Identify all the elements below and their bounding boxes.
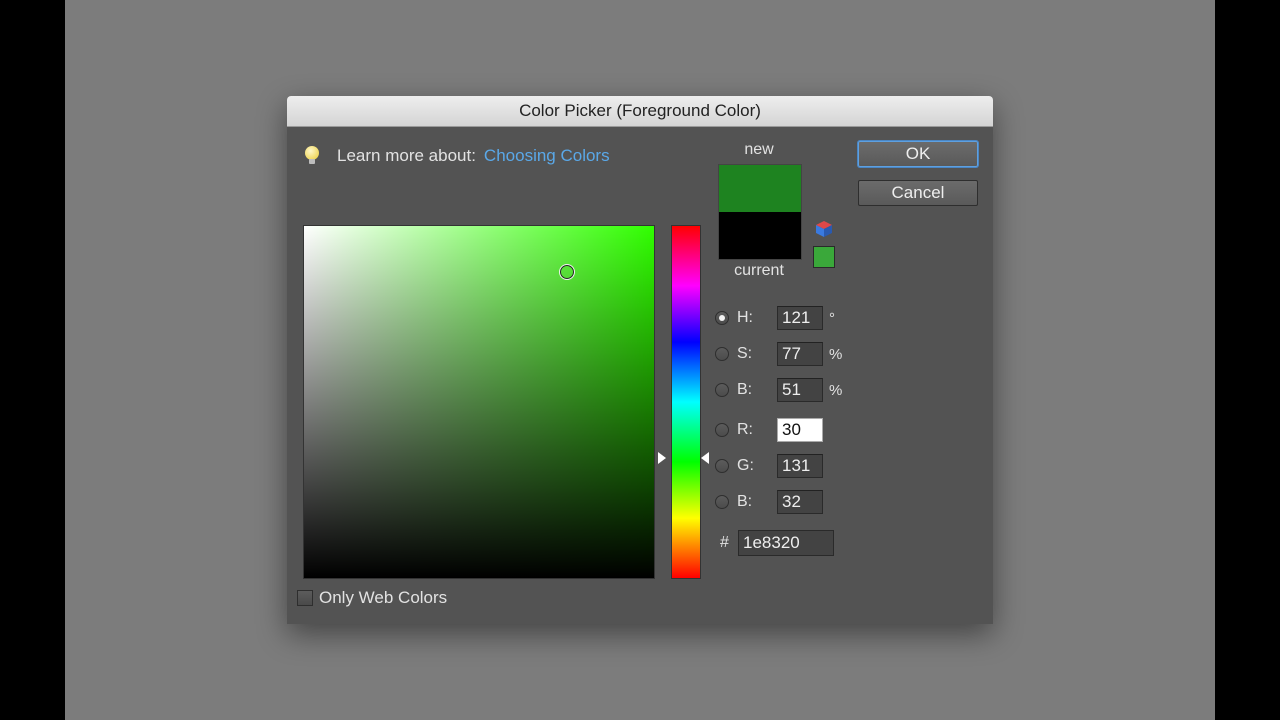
saturation-unit: % xyxy=(829,345,843,363)
brightness-input[interactable]: 51 xyxy=(777,378,823,402)
red-input[interactable]: 30 xyxy=(777,418,823,442)
green-row: G: 131 xyxy=(715,452,823,480)
red-label: R: xyxy=(737,421,753,438)
color-cube-icon[interactable] xyxy=(815,220,833,238)
saturation-row: S: 77 % xyxy=(715,340,842,368)
saturation-brightness-field[interactable] xyxy=(303,225,655,579)
blue-input[interactable]: 32 xyxy=(777,490,823,514)
hue-slider[interactable] xyxy=(671,225,701,579)
ok-button[interactable]: OK xyxy=(858,141,978,167)
red-radio[interactable] xyxy=(715,423,729,437)
lightbulb-icon xyxy=(305,146,319,166)
saturation-label: S: xyxy=(737,345,753,362)
green-radio[interactable] xyxy=(715,459,729,473)
saturation-radio[interactable] xyxy=(715,347,729,361)
hue-input[interactable]: 121 xyxy=(777,306,823,330)
color-swatch xyxy=(718,164,802,260)
dialog-title: Color Picker (Foreground Color) xyxy=(287,96,993,127)
hue-row: H: 121 ° xyxy=(715,304,835,332)
hex-input[interactable]: 1e8320 xyxy=(738,530,834,556)
learn-more-row: Learn more about: Choosing Colors xyxy=(305,144,610,168)
saturation-input[interactable]: 77 xyxy=(777,342,823,366)
color-selector-crosshair[interactable] xyxy=(559,264,575,280)
brightness-unit: % xyxy=(829,381,843,399)
new-color-swatch xyxy=(719,165,801,212)
only-web-colors-label: Only Web Colors xyxy=(319,588,448,607)
hue-slider-right-arrow[interactable] xyxy=(701,452,709,464)
choosing-colors-link[interactable]: Choosing Colors xyxy=(484,146,610,166)
blue-radio[interactable] xyxy=(715,495,729,509)
color-picker-dialog: Color Picker (Foreground Color) Learn mo… xyxy=(287,96,993,624)
new-color-label: new xyxy=(744,141,774,158)
hue-radio[interactable] xyxy=(715,311,729,325)
red-row: R: 30 xyxy=(715,416,823,444)
hue-slider-left-arrow[interactable] xyxy=(658,452,666,464)
cancel-button[interactable]: Cancel xyxy=(858,180,978,206)
brightness-radio[interactable] xyxy=(715,383,729,397)
current-color-label: current xyxy=(734,262,784,279)
blue-label: B: xyxy=(737,493,753,510)
current-color-swatch[interactable] xyxy=(719,212,801,259)
hue-unit: ° xyxy=(829,309,835,327)
learn-more-label: Learn more about: xyxy=(337,146,476,165)
green-label: G: xyxy=(737,457,754,474)
green-input[interactable]: 131 xyxy=(777,454,823,478)
hex-hash-label: # xyxy=(720,534,729,551)
brightness-row: B: 51 % xyxy=(715,376,842,404)
only-web-colors-checkbox[interactable] xyxy=(297,590,313,606)
web-safe-swatch[interactable] xyxy=(813,246,835,268)
hue-label: H: xyxy=(737,309,753,326)
blue-row: B: 32 xyxy=(715,488,823,516)
brightness-label: B: xyxy=(737,381,753,398)
only-web-colors-row[interactable]: Only Web Colors xyxy=(297,588,447,608)
